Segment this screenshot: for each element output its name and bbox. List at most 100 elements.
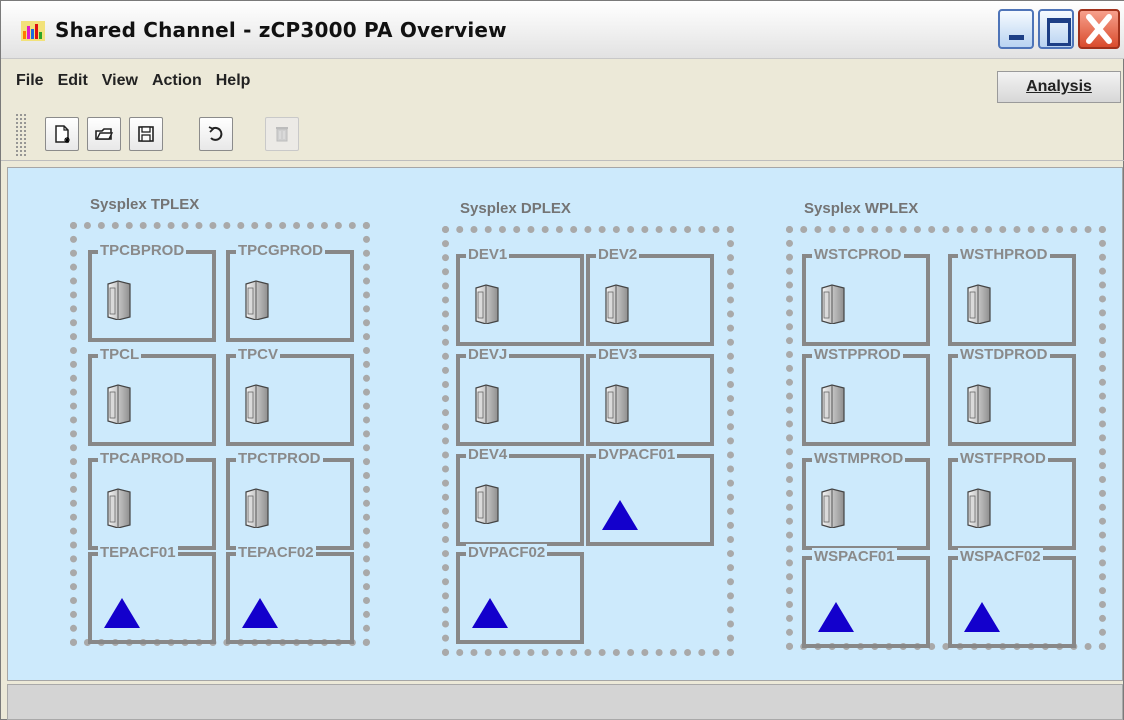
server-icon — [967, 384, 991, 424]
lpar-box[interactable]: WSTDPROD — [948, 346, 1076, 446]
server-icon — [475, 284, 499, 324]
coupling-facility-icon — [602, 500, 638, 530]
lpar-name: TEPACF02 — [236, 544, 316, 561]
status-bar — [7, 684, 1123, 720]
lpar-name: WSTMPROD — [812, 450, 906, 467]
menu-action[interactable]: Action — [145, 67, 209, 91]
menu-edit[interactable]: Edit — [51, 67, 95, 91]
lpar-name: DVPACF01 — [596, 446, 678, 463]
lpar-name: TPCTPROD — [236, 450, 323, 467]
server-icon — [107, 280, 131, 320]
lpar-box[interactable]: WSTCPROD — [802, 246, 930, 346]
lpar-name: DEV3 — [596, 346, 640, 363]
delete-button[interactable] — [265, 117, 299, 151]
lpar-name: DEV4 — [466, 446, 510, 463]
coupling-facility-icon — [818, 602, 854, 632]
minimize-button[interactable] — [998, 9, 1034, 49]
server-icon — [107, 384, 131, 424]
lpar-box[interactable]: DVPACF01 — [586, 446, 714, 546]
save-icon — [138, 126, 154, 142]
lpar-name: DEV1 — [466, 246, 510, 263]
app-window: Shared Channel - zCP3000 PA Overview Fil… — [0, 0, 1124, 720]
lpar-name: DEVJ — [466, 346, 510, 363]
lpar-box[interactable]: DEV3 — [586, 346, 714, 446]
toolbar — [1, 107, 1124, 161]
lpar-name: TPCBPROD — [98, 242, 187, 259]
lpar-box[interactable]: TPCTPROD — [226, 450, 354, 550]
open-button[interactable] — [87, 117, 121, 151]
lpar-box[interactable]: DEV2 — [586, 246, 714, 346]
trash-icon — [276, 127, 288, 142]
server-icon — [475, 384, 499, 424]
server-icon — [245, 280, 269, 320]
lpar-box[interactable]: DVPACF02 — [456, 544, 584, 644]
lpar-box[interactable]: TPCAPROD — [88, 450, 216, 550]
server-icon — [245, 384, 269, 424]
coupling-facility-icon — [104, 598, 140, 628]
lpar-name: DVPACF02 — [466, 544, 548, 561]
sysplex-canvas: Sysplex TPLEX TPCBPROD TPCGPROD TPCL TPC… — [7, 167, 1123, 681]
coupling-facility-icon — [242, 598, 278, 628]
lpar-name: WSTPPROD — [812, 346, 903, 363]
lpar-name: WSPACF01 — [812, 548, 897, 565]
lpar-box[interactable]: TPCGPROD — [226, 242, 354, 342]
lpar-box[interactable]: DEV4 — [456, 446, 584, 546]
lpar-box[interactable]: WSTFPROD — [948, 450, 1076, 550]
server-icon — [245, 488, 269, 528]
server-icon — [475, 484, 499, 524]
window-title: Shared Channel - zCP3000 PA Overview — [55, 18, 507, 42]
coupling-facility-icon — [964, 602, 1000, 632]
maximize-button[interactable] — [1038, 9, 1074, 49]
lpar-box[interactable]: DEVJ — [456, 346, 584, 446]
server-icon — [605, 384, 629, 424]
menu-bar: File Edit View Action Help — [9, 67, 257, 91]
lpar-name: TPCV — [236, 346, 281, 363]
lpar-box[interactable]: TPCL — [88, 346, 216, 446]
lpar-box[interactable]: TPCV — [226, 346, 354, 446]
refresh-button[interactable] — [199, 117, 233, 151]
menu-view[interactable]: View — [95, 67, 145, 91]
lpar-name: WSTHPROD — [958, 246, 1050, 263]
analysis-button[interactable]: Analysis — [997, 71, 1121, 103]
sysplex-label: Sysplex WPLEX — [804, 200, 919, 217]
lpar-name: WSTDPROD — [958, 346, 1050, 363]
server-icon — [821, 284, 845, 324]
server-icon — [821, 384, 845, 424]
close-button[interactable] — [1078, 9, 1120, 49]
lpar-name: TPCGPROD — [236, 242, 326, 259]
close-icon — [1086, 14, 1112, 44]
sysplex-label: Sysplex DPLEX — [460, 200, 571, 217]
server-icon — [821, 488, 845, 528]
toolbar-grip[interactable] — [15, 113, 27, 157]
refresh-icon — [208, 126, 223, 141]
lpar-name: TEPACF01 — [98, 544, 178, 561]
lpar-box[interactable]: WSPACF02 — [948, 548, 1076, 648]
lpar-box[interactable]: WSPACF01 — [802, 548, 930, 648]
lpar-name: WSTCPROD — [812, 246, 904, 263]
lpar-name: TPCL — [98, 346, 142, 363]
lpar-box[interactable]: WSTPPROD — [802, 346, 930, 446]
new-icon — [55, 125, 70, 143]
menu-file[interactable]: File — [9, 67, 51, 91]
menu-help[interactable]: Help — [209, 67, 258, 91]
lpar-box[interactable]: WSTHPROD — [948, 246, 1076, 346]
lpar-name: DEV2 — [596, 246, 640, 263]
server-icon — [605, 284, 629, 324]
server-icon — [967, 488, 991, 528]
server-icon — [967, 284, 991, 324]
server-icon — [107, 488, 131, 528]
sysplex-label: Sysplex TPLEX — [90, 196, 200, 213]
coupling-facility-icon — [472, 598, 508, 628]
lpar-box[interactable]: DEV1 — [456, 246, 584, 346]
open-icon — [95, 128, 114, 140]
lpar-box[interactable]: TPCBPROD — [88, 242, 216, 342]
lpar-box[interactable]: WSTMPROD — [802, 450, 930, 550]
lpar-name: WSPACF02 — [958, 548, 1043, 565]
lpar-box[interactable]: TEPACF01 — [88, 544, 216, 644]
save-button[interactable] — [129, 117, 163, 151]
lpar-name: WSTFPROD — [958, 450, 1048, 467]
lpar-box[interactable]: TEPACF02 — [226, 544, 354, 644]
new-button[interactable] — [45, 117, 79, 151]
lpar-name: TPCAPROD — [98, 450, 187, 467]
title-bar[interactable]: Shared Channel - zCP3000 PA Overview — [1, 1, 1124, 59]
